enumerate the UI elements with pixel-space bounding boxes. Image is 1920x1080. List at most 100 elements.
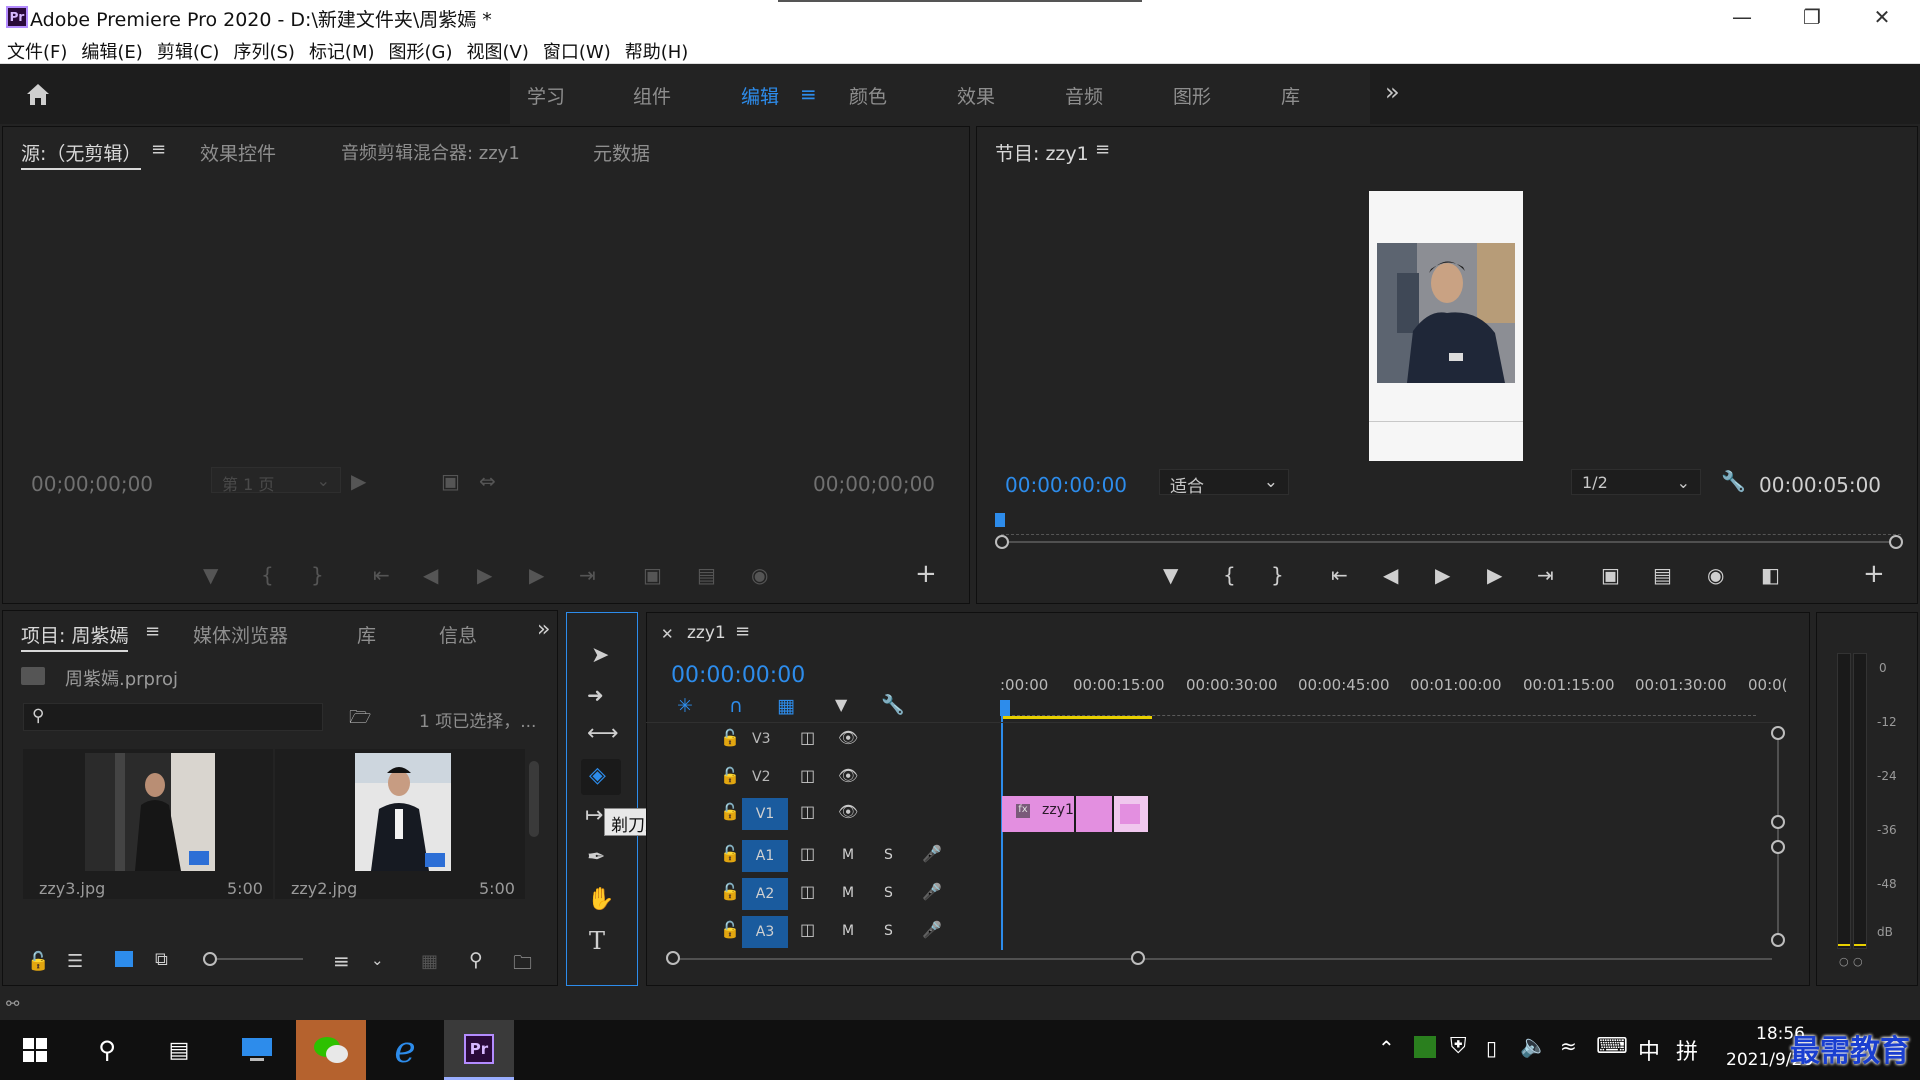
zoom-handle-right[interactable] bbox=[1889, 535, 1903, 549]
lift-icon[interactable]: ▣ bbox=[1601, 563, 1620, 587]
zoom-slider[interactable] bbox=[203, 958, 303, 960]
keyboard-icon[interactable]: ⌨ bbox=[1596, 1034, 1628, 1059]
play-page-icon[interactable]: ▶ bbox=[351, 469, 366, 493]
start-button[interactable] bbox=[0, 1020, 70, 1080]
horizontal-scrollbar[interactable] bbox=[672, 958, 1772, 960]
icon-view-icon[interactable] bbox=[115, 951, 133, 967]
project-item[interactable]: zzy3.jpg 5:00 bbox=[23, 749, 273, 899]
vscroll-handle[interactable] bbox=[1771, 933, 1785, 947]
tab-effect-controls[interactable]: 效果控件 bbox=[200, 139, 276, 166]
vertical-scrollbar[interactable] bbox=[1777, 730, 1779, 942]
menu-edit[interactable]: 编辑(E) bbox=[74, 34, 149, 64]
panel-menu-icon[interactable]: ≡ bbox=[151, 139, 166, 160]
solo-toggle[interactable]: S bbox=[884, 923, 893, 939]
eye-icon[interactable]: 👁 bbox=[838, 802, 858, 821]
timeline-timecode[interactable]: 00:00:00:00 bbox=[671, 663, 805, 688]
program-title[interactable]: 节目: zzy1 bbox=[995, 139, 1089, 166]
zoom-scrollbar[interactable] bbox=[1001, 541, 1901, 543]
microphone-icon[interactable]: 🎤 bbox=[922, 844, 942, 863]
export-frame-icon[interactable]: ◉ bbox=[751, 563, 768, 587]
play-icon[interactable]: ▶ bbox=[1435, 563, 1450, 587]
close-window-button[interactable]: ✕ bbox=[1852, 2, 1912, 32]
battery-icon[interactable]: ▯ bbox=[1486, 1036, 1497, 1060]
step-back-icon[interactable]: ◀ bbox=[423, 563, 438, 587]
track-target-a2[interactable]: A2 bbox=[742, 878, 788, 910]
go-to-out-icon[interactable]: ⇥ bbox=[579, 563, 596, 587]
search-icon[interactable]: ⚲ bbox=[72, 1020, 142, 1080]
lock-icon[interactable]: 🔓 bbox=[720, 802, 740, 821]
menu-file[interactable]: 文件(F) bbox=[0, 34, 74, 64]
project-search-input[interactable]: ⚲ bbox=[23, 703, 323, 731]
ime-indicator[interactable]: 中 bbox=[1638, 1034, 1660, 1066]
timeline-ruler[interactable] bbox=[1002, 704, 1756, 716]
workspace-effects[interactable]: 效果 bbox=[957, 82, 995, 109]
workspace-menu-icon[interactable]: ≡ bbox=[800, 82, 817, 106]
lock-icon[interactable]: 🔓 bbox=[720, 728, 740, 747]
chevron-down-icon[interactable]: ⌄ bbox=[371, 951, 384, 969]
selection-tool-icon[interactable]: ➤ bbox=[591, 643, 609, 668]
track-target-a1[interactable]: A1 bbox=[742, 840, 788, 872]
workspace-audio[interactable]: 音频 bbox=[1065, 82, 1103, 109]
solo-toggle[interactable]: S bbox=[884, 847, 893, 863]
vscroll-handle[interactable] bbox=[1771, 840, 1785, 854]
tab-source[interactable]: 源:（无剪辑） bbox=[21, 139, 142, 170]
go-to-in-icon[interactable]: ⇤ bbox=[373, 563, 390, 587]
sort-icon[interactable]: ≡ bbox=[333, 949, 350, 973]
workspace-libraries[interactable]: 库 bbox=[1281, 82, 1300, 109]
project-item[interactable]: zzy2.jpg 5:00 bbox=[275, 749, 525, 899]
volume-icon[interactable]: 🔈 bbox=[1520, 1034, 1547, 1059]
wifi-icon[interactable]: ≈ bbox=[1560, 1034, 1577, 1058]
sync-lock-icon[interactable]: ◫ bbox=[800, 728, 815, 747]
automate-icon[interactable]: ▦ bbox=[421, 951, 438, 972]
new-bin-icon[interactable]: 🗀 bbox=[513, 949, 532, 981]
pen-tool-icon[interactable]: ✒ bbox=[587, 845, 605, 870]
timeline-settings-icon[interactable]: 🔧 bbox=[881, 693, 905, 716]
lock-icon[interactable]: 🔓 bbox=[720, 920, 740, 939]
premiere-taskbar-icon[interactable]: Pr bbox=[444, 1020, 514, 1080]
mark-out-icon[interactable]: } bbox=[1271, 563, 1284, 587]
sync-status-icon[interactable]: ⚯ bbox=[6, 994, 19, 1013]
slip-tool-icon[interactable]: ↦ bbox=[585, 803, 603, 828]
workspace-editing[interactable]: 编辑 bbox=[741, 82, 779, 109]
wrench-icon[interactable]: 🔧 bbox=[1721, 469, 1746, 493]
comparison-view-icon[interactable]: ◧ bbox=[1761, 563, 1780, 587]
razor-tool-button[interactable]: ◈ bbox=[581, 759, 621, 795]
tab-project[interactable]: 项目: 周紫嫣 bbox=[21, 621, 129, 652]
time-ruler[interactable] bbox=[1001, 525, 1901, 535]
sync-lock-icon[interactable]: ◫ bbox=[800, 920, 815, 939]
program-timecode[interactable]: 00:00:00:00 bbox=[1005, 473, 1127, 497]
menu-sequence[interactable]: 序列(S) bbox=[226, 34, 301, 64]
eye-icon[interactable]: 👁 bbox=[838, 766, 858, 785]
add-button-icon[interactable]: + bbox=[915, 559, 937, 589]
ie-browser-icon[interactable]: e bbox=[370, 1020, 440, 1080]
mark-in-icon[interactable]: { bbox=[261, 563, 274, 587]
work-area-bar[interactable] bbox=[1002, 716, 1152, 719]
eye-icon[interactable]: 👁 bbox=[838, 728, 858, 747]
microphone-icon[interactable]: 🎤 bbox=[922, 882, 942, 901]
chevron-up-icon[interactable]: ⌃ bbox=[1378, 1036, 1395, 1060]
vscroll-handle[interactable] bbox=[1771, 726, 1785, 740]
menu-graphics[interactable]: 图形(G) bbox=[382, 34, 460, 64]
timeline-clip[interactable]: fx zzy1 bbox=[1002, 796, 1150, 832]
workspace-assembly[interactable]: 组件 bbox=[633, 82, 671, 109]
sync-lock-icon[interactable]: ◫ bbox=[800, 802, 815, 821]
source-timecode[interactable]: 00;00;00;00 bbox=[31, 472, 153, 496]
mute-toggle[interactable]: M bbox=[842, 885, 854, 901]
track-name[interactable]: V3 bbox=[752, 731, 770, 747]
sequence-tab[interactable]: zzy1 bbox=[687, 623, 726, 643]
track-select-tool-icon[interactable]: ➜ bbox=[587, 683, 604, 707]
playhead-handle[interactable] bbox=[1000, 700, 1010, 716]
step-back-icon[interactable]: ◀ bbox=[1383, 563, 1398, 587]
mute-toggle[interactable]: M bbox=[842, 923, 854, 939]
insert-icon[interactable]: ▣ bbox=[643, 563, 662, 587]
program-menu-icon[interactable]: ≡ bbox=[1095, 139, 1110, 160]
mark-out-icon[interactable]: } bbox=[311, 563, 324, 587]
new-search-bin-icon[interactable]: 🗁 bbox=[349, 705, 371, 735]
home-icon[interactable] bbox=[24, 80, 52, 108]
workspace-color[interactable]: 颜色 bbox=[849, 82, 887, 109]
step-forward-icon[interactable]: ▶ bbox=[1487, 563, 1502, 587]
add-button-icon[interactable]: + bbox=[1863, 559, 1885, 589]
wechat-icon[interactable] bbox=[296, 1020, 366, 1080]
sync-lock-icon[interactable]: ◫ bbox=[800, 766, 815, 785]
fit-select[interactable]: 适合 ⌄ bbox=[1159, 469, 1289, 497]
